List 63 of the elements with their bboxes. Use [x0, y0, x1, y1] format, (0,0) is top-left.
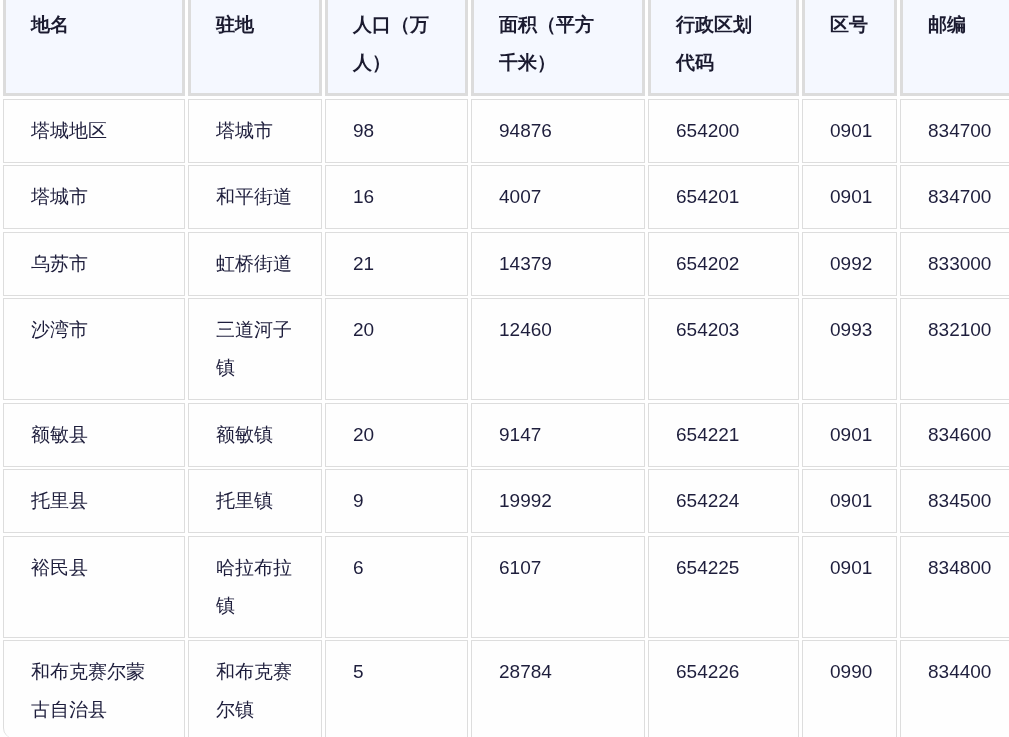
table-cell: 和布克赛尔蒙古自治县 [3, 640, 185, 737]
table-cell: 833000 [900, 231, 1009, 296]
table-cell: 14379 [471, 231, 645, 296]
table-cell: 裕民县 [3, 535, 185, 638]
table-cell: 0901 [802, 535, 897, 638]
table-cell: 654200 [648, 98, 799, 163]
table-cell: 98 [325, 98, 468, 163]
table-cell: 654225 [648, 535, 799, 638]
table-cell: 托里县 [3, 469, 185, 533]
column-header: 面积（平方千米） [471, 0, 645, 96]
table-cell: 654203 [648, 298, 799, 400]
table-cell: 654224 [648, 469, 799, 533]
table-cell: 沙湾市 [3, 298, 185, 400]
table-cell: 9147 [471, 402, 645, 467]
table-cell: 额敏镇 [188, 402, 322, 467]
table-cell: 乌苏市 [3, 231, 185, 296]
table-cell: 0993 [802, 298, 897, 400]
table-cell: 16 [325, 165, 468, 229]
column-header: 区号 [802, 0, 897, 96]
column-header: 驻地 [188, 0, 322, 96]
table-cell: 834700 [900, 98, 1009, 163]
table-cell: 0992 [802, 231, 897, 296]
table-cell: 额敏县 [3, 402, 185, 467]
table-cell: 9 [325, 469, 468, 533]
table-cell: 5 [325, 640, 468, 737]
table-cell: 6 [325, 535, 468, 638]
table-cell: 834500 [900, 469, 1009, 533]
table-cell: 4007 [471, 165, 645, 229]
table-cell: 和平街道 [188, 165, 322, 229]
table-cell: 哈拉布拉镇 [188, 535, 322, 638]
table-cell: 834400 [900, 640, 1009, 737]
table-cell: 654202 [648, 231, 799, 296]
table-cell: 6107 [471, 535, 645, 638]
table-cell: 12460 [471, 298, 645, 400]
table-cell: 0901 [802, 402, 897, 467]
table-cell: 20 [325, 402, 468, 467]
table-cell: 834600 [900, 402, 1009, 467]
table-cell: 28784 [471, 640, 645, 737]
table-cell: 三道河子镇 [188, 298, 322, 400]
table-cell: 塔城市 [3, 165, 185, 229]
table-cell: 0901 [802, 165, 897, 229]
table-cell: 834700 [900, 165, 1009, 229]
table-cell: 塔城地区 [3, 98, 185, 163]
table-cell: 20 [325, 298, 468, 400]
table-cell: 虹桥街道 [188, 231, 322, 296]
table-cell: 94876 [471, 98, 645, 163]
table-cell: 654221 [648, 402, 799, 467]
table-cell: 654201 [648, 165, 799, 229]
table-cell: 托里镇 [188, 469, 322, 533]
table-cell: 0901 [802, 98, 897, 163]
column-header: 行政区划代码 [648, 0, 799, 96]
table-cell: 832100 [900, 298, 1009, 400]
column-header: 人口（万人） [325, 0, 468, 96]
table-cell: 0901 [802, 469, 897, 533]
table-cell: 21 [325, 231, 468, 296]
table-cell: 和布克赛尔镇 [188, 640, 322, 737]
table-cell: 654226 [648, 640, 799, 737]
table-cell: 0990 [802, 640, 897, 737]
column-header: 地名 [3, 0, 185, 96]
table-cell: 塔城市 [188, 98, 322, 163]
table-cell: 834800 [900, 535, 1009, 638]
column-header: 邮编 [900, 0, 1009, 96]
table-cell: 19992 [471, 469, 645, 533]
